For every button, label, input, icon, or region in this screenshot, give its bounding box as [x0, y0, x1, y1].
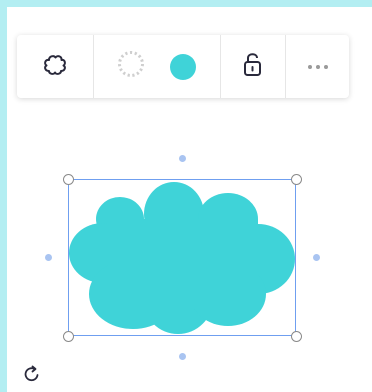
- resize-handle-bottom-right[interactable]: [291, 331, 302, 342]
- rotate-handle[interactable]: [22, 364, 42, 384]
- fill-color-button[interactable]: [168, 52, 198, 82]
- resize-handle-top-right[interactable]: [291, 174, 302, 185]
- border-style-button[interactable]: [116, 49, 146, 84]
- style-section: [94, 35, 220, 98]
- rotate-icon: [22, 365, 42, 388]
- dotted-circle-icon: [116, 49, 146, 84]
- lock-button[interactable]: [221, 35, 285, 98]
- shape-toolbar: [17, 35, 349, 98]
- connector-point-left[interactable]: [45, 254, 52, 261]
- resize-handle-top-left[interactable]: [63, 174, 74, 185]
- unlock-icon: [240, 49, 266, 84]
- shape-type-button[interactable]: [17, 35, 93, 98]
- cloud-outline-icon: [40, 49, 70, 84]
- fill-color-swatch: [170, 53, 196, 80]
- connector-point-top[interactable]: [179, 155, 186, 162]
- connector-point-bottom[interactable]: [179, 353, 186, 360]
- resize-handle-bottom-left[interactable]: [63, 331, 74, 342]
- selection-box: [68, 179, 296, 336]
- connector-point-right[interactable]: [313, 254, 320, 261]
- more-options-button[interactable]: [286, 35, 349, 98]
- more-dots-icon: [306, 58, 330, 76]
